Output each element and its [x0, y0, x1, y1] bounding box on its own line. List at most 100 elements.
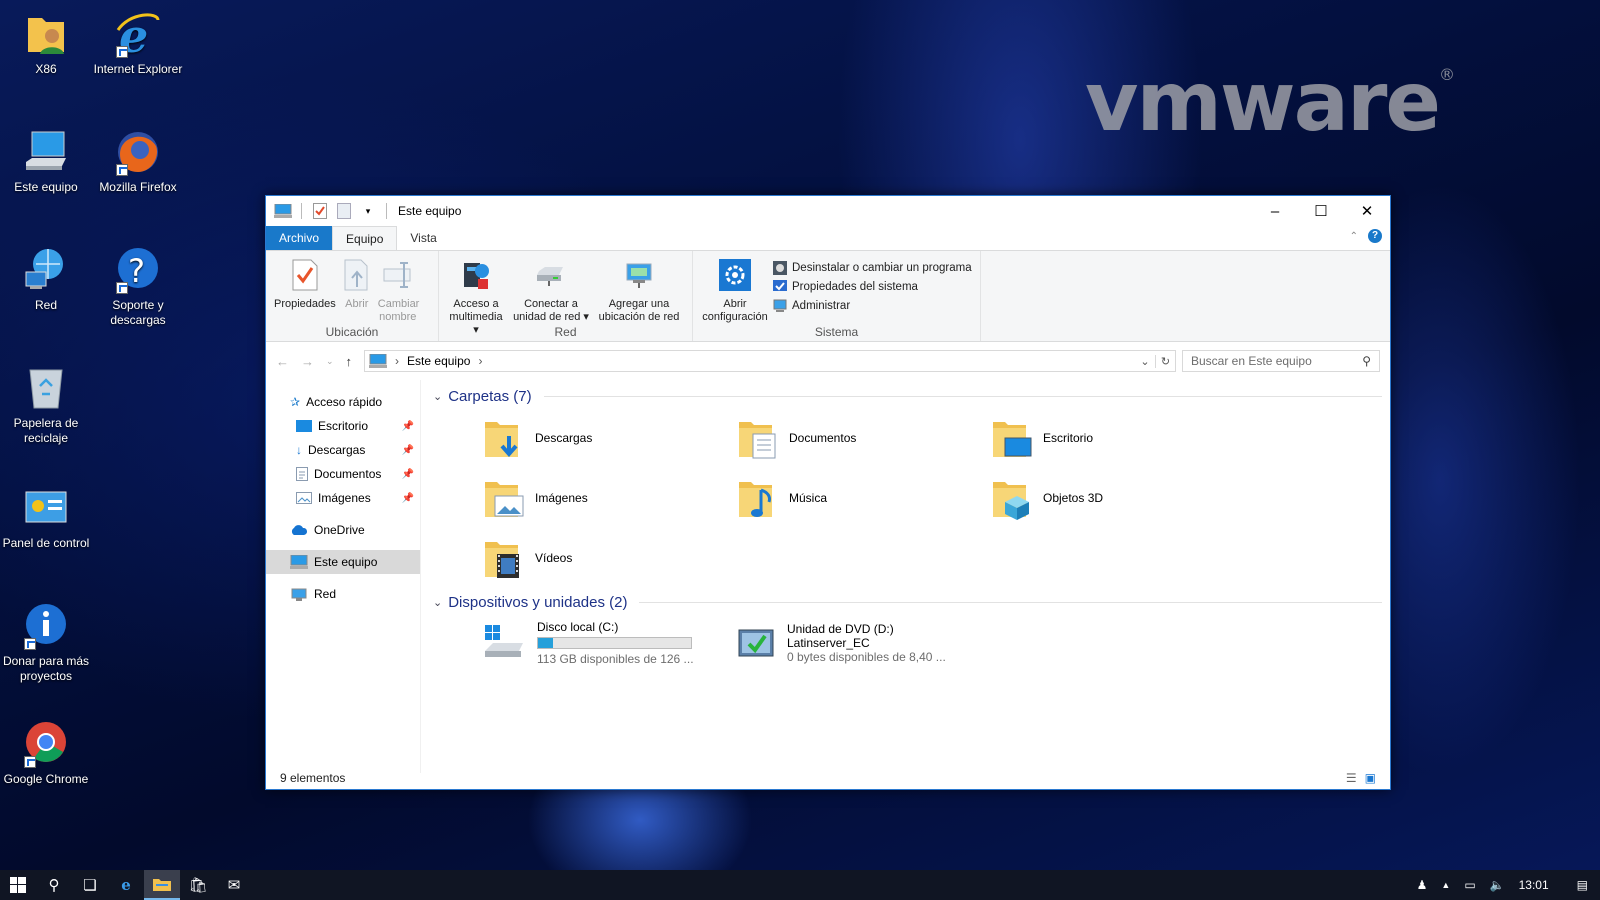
- folder-documents[interactable]: Documentos: [737, 408, 991, 468]
- desktop-icon-this-pc[interactable]: Este equipo: [0, 128, 92, 195]
- breadcrumb-separator: ›: [395, 354, 400, 368]
- desktop-icon-recycle-bin[interactable]: Papelera de reciclaje: [0, 364, 92, 446]
- forward-arrow-icon[interactable]: →: [301, 354, 314, 369]
- chevron-down-icon[interactable]: ▾: [359, 203, 377, 219]
- computer-icon: [290, 555, 308, 569]
- desktop-icon-chrome[interactable]: Google Chrome: [0, 720, 92, 787]
- desktop-icon-network[interactable]: Red: [0, 246, 92, 313]
- network-tray-icon[interactable]: ▭: [1464, 878, 1475, 892]
- maximize-button[interactable]: ☐: [1298, 196, 1344, 226]
- folder-desktop[interactable]: Escritorio: [991, 408, 1245, 468]
- svg-text:?: ?: [128, 252, 145, 290]
- recent-locations-icon[interactable]: ⌄: [326, 356, 334, 367]
- desktop-icon-donate[interactable]: Donar para más proyectos: [0, 602, 92, 684]
- nav-quick-access[interactable]: ✰ Acceso rápido: [266, 390, 420, 414]
- taskbar: ⚲ ❏ e 🛍 ✉ ♟ ▲ ▭ 🔈 13:01 ▤: [0, 870, 1600, 900]
- tab-computer[interactable]: Equipo: [332, 226, 398, 250]
- control-panel-icon: [22, 484, 70, 532]
- folders-section-header[interactable]: ⌄ Carpetas (7): [433, 384, 1382, 408]
- search-input[interactable]: Buscar en Este equipo ⚲: [1182, 350, 1380, 372]
- drive-d[interactable]: Unidad de DVD (D:) Latinserver_EC 0 byte…: [737, 620, 991, 666]
- nav-onedrive[interactable]: OneDrive: [266, 518, 420, 542]
- ribbon-tabs: Archivo Equipo Vista ⌃ ?: [266, 226, 1390, 250]
- large-icons-view-icon[interactable]: ▣: [1365, 771, 1376, 785]
- search-icon[interactable]: ⚲: [36, 870, 72, 900]
- network-location-icon: [626, 263, 652, 288]
- tab-file[interactable]: Archivo: [266, 226, 333, 250]
- folder-pictures[interactable]: Imágenes: [483, 468, 737, 528]
- nav-item-downloads[interactable]: ↓ Descargas 📌: [266, 438, 420, 462]
- drive-d-label: Latinserver_EC: [787, 636, 870, 650]
- up-arrow-icon[interactable]: ↑: [346, 354, 353, 369]
- start-windows-icon[interactable]: [0, 870, 36, 900]
- people-icon[interactable]: ♟: [1417, 878, 1428, 892]
- nav-network[interactable]: Red: [266, 582, 420, 606]
- clock[interactable]: 13:01: [1519, 878, 1549, 892]
- drives-grid: Disco local (C:) 113 GB disponibles de 1…: [433, 620, 1382, 666]
- address-box[interactable]: › Este equipo › ⌄ ↻: [364, 350, 1176, 372]
- nav-item-documents[interactable]: Documentos 📌: [266, 462, 420, 486]
- network-drive-icon: [537, 267, 563, 286]
- uninstall-program-button[interactable]: Desinstalar o cambiar un programa: [773, 261, 972, 275]
- desktop-icon-support[interactable]: ? Soporte y descargas: [92, 246, 184, 328]
- ribbon-group-network: Acceso a multimedia ▾ Conectar a unidad …: [439, 251, 693, 341]
- rename-icon: [383, 262, 411, 288]
- pin-icon: 📌: [401, 492, 414, 504]
- new-folder-icon[interactable]: [335, 203, 353, 219]
- content-pane: ⌄ Carpetas (7) Descargas Documentos Escri…: [421, 380, 1390, 773]
- desktop-icon-internet-explorer[interactable]: e Internet Explorer: [92, 9, 184, 77]
- chevron-up-icon[interactable]: ▲: [1441, 880, 1450, 890]
- details-view-icon[interactable]: ☰: [1346, 771, 1357, 785]
- task-view-icon[interactable]: ❏: [72, 870, 108, 900]
- help-icon[interactable]: ?: [1368, 229, 1382, 243]
- navigation-pane: ✰ Acceso rápido Escritorio 📌 ↓ Descargas 📌 D…: [266, 380, 421, 773]
- store-icon[interactable]: 🛍: [180, 870, 216, 900]
- minimize-button[interactable]: –: [1252, 196, 1298, 226]
- folder-downloads[interactable]: Descargas: [483, 408, 737, 468]
- document-icon: [296, 467, 308, 481]
- nav-item-pictures[interactable]: Imágenes 📌: [266, 486, 420, 510]
- tab-view[interactable]: Vista: [397, 226, 449, 250]
- cloud-icon: [291, 525, 308, 535]
- refresh-icon[interactable]: ↻: [1155, 354, 1175, 368]
- edge-icon[interactable]: e: [108, 870, 144, 900]
- breadcrumb-this-pc[interactable]: Este equipo: [407, 354, 470, 368]
- pin-icon: 📌: [401, 420, 414, 432]
- folder-music[interactable]: Música: [737, 468, 991, 528]
- desktop-icon-control-panel[interactable]: Panel de control: [0, 484, 92, 551]
- collapse-ribbon-icon[interactable]: ⌃: [1350, 231, 1358, 242]
- mail-icon[interactable]: ✉: [216, 870, 252, 900]
- devices-section-header[interactable]: ⌄ Dispositivos y unidades (2): [433, 590, 1382, 614]
- download-arrow-icon: ↓: [296, 443, 302, 457]
- computer-icon: [22, 128, 70, 176]
- properties-icon[interactable]: [311, 203, 329, 219]
- window-controls: – ☐ ✕: [1252, 196, 1390, 226]
- action-center-icon[interactable]: ▤: [1577, 878, 1588, 892]
- title-bar: ▾ Este equipo – ☐ ✕: [266, 196, 1390, 226]
- nav-item-desktop[interactable]: Escritorio 📌: [266, 414, 420, 438]
- desktop-folder-icon: [991, 416, 1033, 460]
- folder-3d-objects[interactable]: Objetos 3D: [991, 468, 1245, 528]
- downloads-folder-icon: [483, 416, 525, 460]
- network-icon: [291, 588, 307, 601]
- status-bar: 9 elementos ☰ ▣: [266, 767, 1390, 789]
- folder-videos[interactable]: Vídeos: [483, 528, 737, 588]
- nav-this-pc[interactable]: Este equipo: [266, 550, 420, 574]
- address-dropdown-icon[interactable]: ⌄: [1135, 355, 1155, 368]
- ribbon: Propiedades Abrir Cambiar nombre Ubicaci…: [266, 250, 1390, 342]
- open-icon: [344, 259, 368, 291]
- desktop-icon-x86[interactable]: X86: [0, 10, 92, 77]
- help-question-icon: ?: [114, 246, 162, 294]
- desktop-icon-firefox[interactable]: Mozilla Firefox: [92, 128, 184, 195]
- volume-icon[interactable]: 🔈: [1490, 878, 1505, 892]
- manage-button[interactable]: Administrar: [773, 299, 972, 313]
- system-properties-button[interactable]: Propiedades del sistema: [773, 280, 972, 294]
- internet-explorer-icon: e: [114, 9, 162, 63]
- drive-c[interactable]: Disco local (C:) 113 GB disponibles de 1…: [483, 620, 737, 666]
- file-explorer-taskbar-icon[interactable]: [144, 870, 180, 900]
- folders-grid: Descargas Documentos Escritorio Imágenes…: [433, 408, 1382, 588]
- close-button[interactable]: ✕: [1344, 196, 1390, 226]
- ribbon-group-system: Abrir configuración Desinstalar o cambia…: [693, 251, 981, 341]
- search-icon: ⚲: [1362, 354, 1371, 368]
- back-arrow-icon[interactable]: ←: [276, 354, 289, 369]
